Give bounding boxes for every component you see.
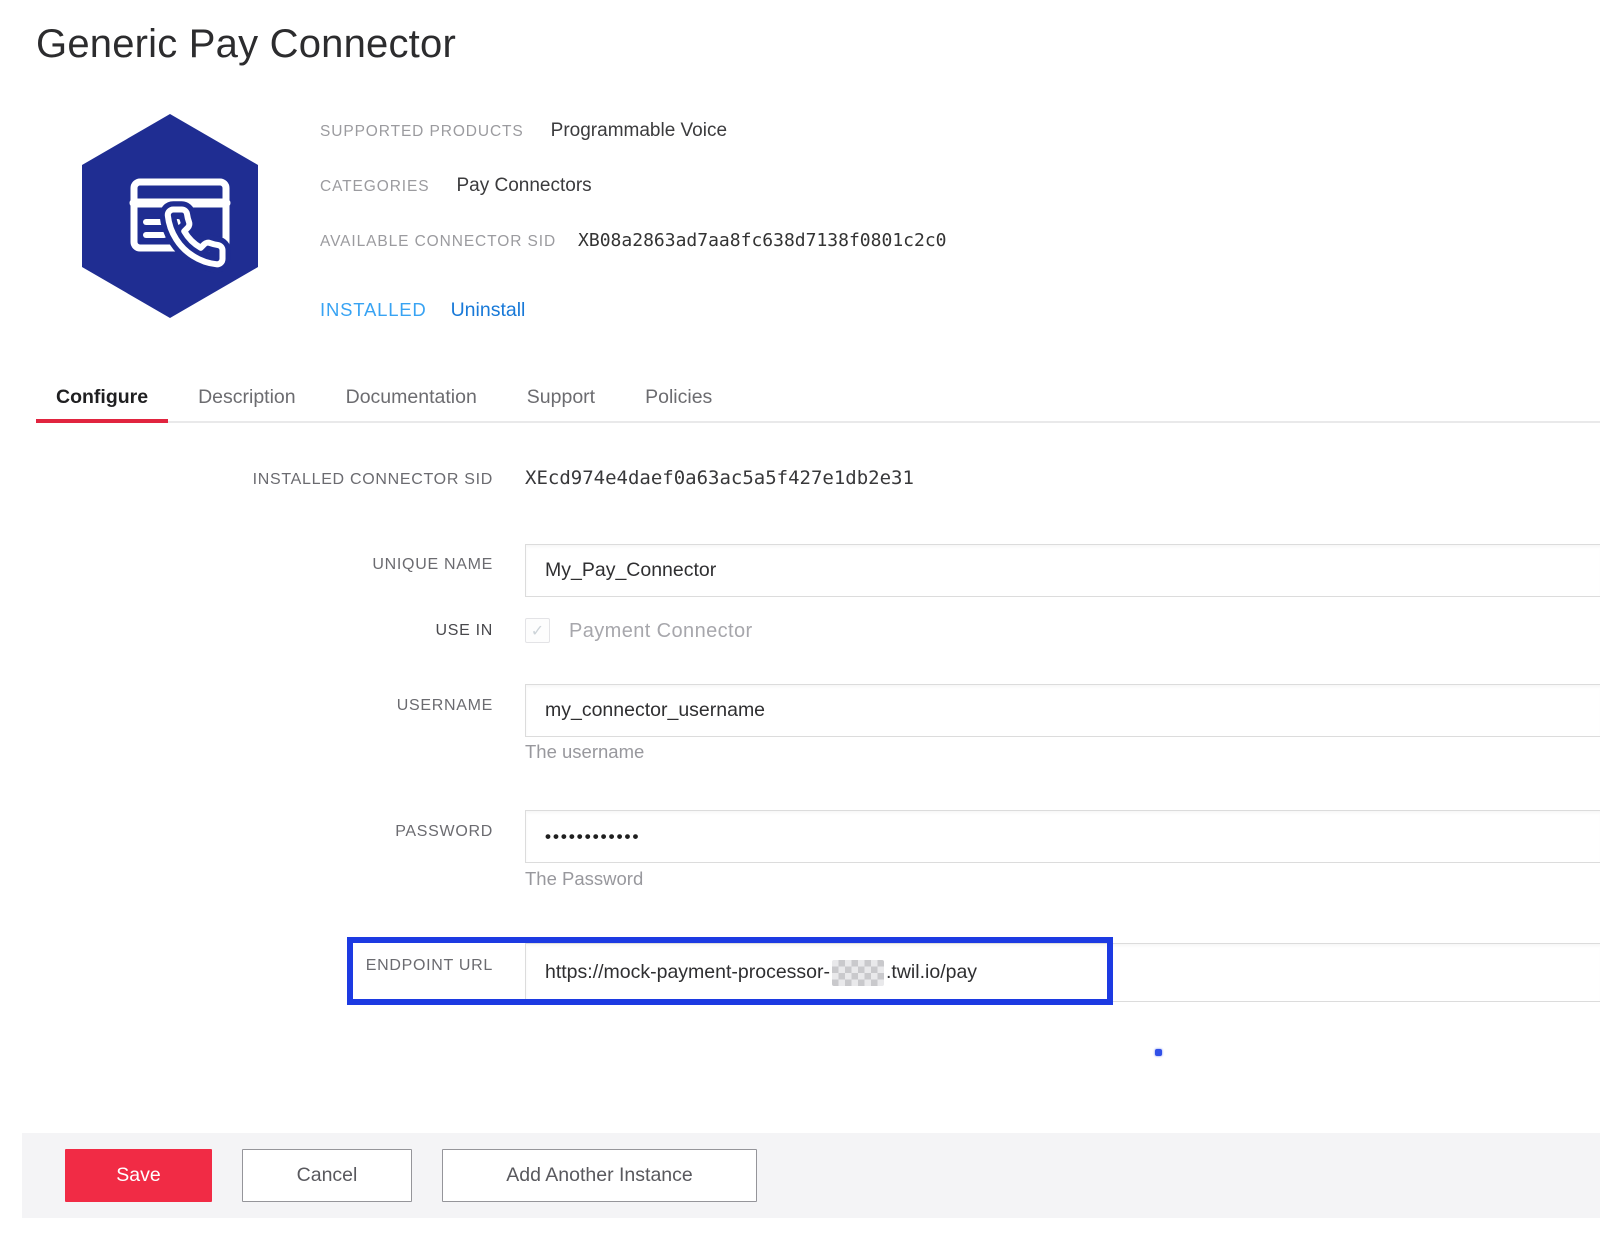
meta-row-categories: CATEGORIES Pay Connectors (320, 175, 592, 197)
password-masked-value: •••••••••••• (545, 827, 640, 847)
password-help-text: The Password (525, 868, 643, 890)
pay-connector-logo (78, 112, 262, 320)
use-in-checkbox[interactable]: ✓ (525, 618, 550, 643)
save-button[interactable]: Save (65, 1149, 212, 1202)
redacted-pixelated-segment (832, 960, 884, 986)
tab-bar: Configure Description Documentation Supp… (36, 386, 1600, 423)
endpoint-url-input[interactable]: https://mock-payment-processor- .twil.io/… (525, 943, 1600, 1002)
available-connector-sid-label: AVAILABLE CONNECTOR SID (320, 233, 556, 251)
username-help-text: The username (525, 741, 644, 763)
pay-connector-page: Generic Pay Connector SUPPORTED PRODUCTS… (0, 0, 1600, 1241)
tab-policies[interactable]: Policies (625, 386, 732, 421)
installed-badge: INSTALLED (320, 299, 427, 321)
endpoint-url-prefix: https://mock-payment-processor- (545, 961, 830, 984)
installed-connector-sid-label: INSTALLED CONNECTOR SID (0, 471, 493, 489)
check-icon: ✓ (531, 621, 544, 641)
unique-name-value: My_Pay_Connector (545, 559, 716, 582)
endpoint-url-label: ENDPOINT URL (0, 957, 493, 975)
username-label: USERNAME (0, 697, 493, 715)
endpoint-url-suffix: .twil.io/pay (886, 961, 977, 984)
add-another-instance-button[interactable]: Add Another Instance (442, 1149, 757, 1202)
supported-products-label: SUPPORTED PRODUCTS (320, 123, 524, 141)
password-label: PASSWORD (0, 823, 493, 841)
categories-value: Pay Connectors (456, 175, 591, 197)
meta-row-available-connector-sid: AVAILABLE CONNECTOR SID XB08a2863ad7aa8f… (320, 230, 947, 251)
uninstall-link[interactable]: Uninstall (451, 299, 526, 322)
tab-support[interactable]: Support (507, 386, 615, 421)
meta-row-install-status: INSTALLED Uninstall (320, 299, 525, 322)
unique-name-label: UNIQUE NAME (0, 556, 493, 574)
unique-name-input[interactable]: My_Pay_Connector (525, 544, 1600, 597)
tab-configure[interactable]: Configure (36, 386, 168, 423)
available-connector-sid-value: XB08a2863ad7aa8fc638d7138f0801c2c0 (578, 230, 946, 251)
installed-connector-sid-value: XEcd974e4daef0a63ac5a5f427e1db2e31 (525, 467, 914, 489)
supported-products-value: Programmable Voice (551, 120, 727, 142)
username-input[interactable]: my_connector_username (525, 684, 1600, 737)
username-value: my_connector_username (545, 699, 765, 722)
meta-row-supported-products: SUPPORTED PRODUCTS Programmable Voice (320, 120, 727, 142)
use-in-label: USE IN (0, 622, 493, 640)
use-in-option-label: Payment Connector (569, 620, 753, 643)
cancel-button[interactable]: Cancel (242, 1149, 412, 1202)
stray-blue-dot (1155, 1049, 1162, 1056)
hexagon-pay-icon (78, 112, 262, 320)
categories-label: CATEGORIES (320, 178, 429, 196)
page-title: Generic Pay Connector (36, 22, 456, 67)
tab-documentation[interactable]: Documentation (326, 386, 497, 421)
password-input[interactable]: •••••••••••• (525, 810, 1600, 863)
tab-description[interactable]: Description (178, 386, 316, 421)
